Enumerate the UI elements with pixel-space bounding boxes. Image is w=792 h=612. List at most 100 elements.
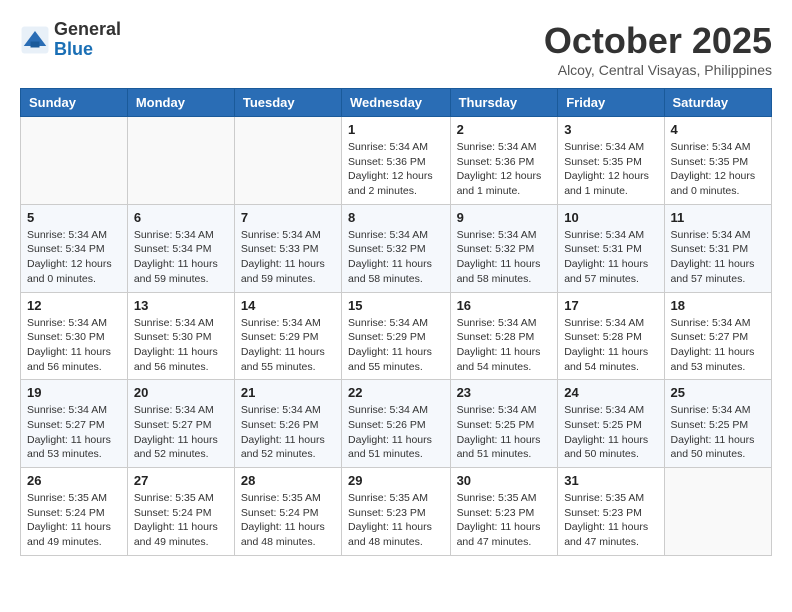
day-number: 6 xyxy=(134,210,228,225)
calendar-cell: 22 Sunrise: 5:34 AM Sunset: 5:26 PM Dayli… xyxy=(342,380,451,468)
day-info: Sunrise: 5:34 AM Sunset: 5:29 PM Dayligh… xyxy=(241,316,335,375)
weekday-header-monday: Monday xyxy=(127,89,234,117)
day-number: 25 xyxy=(671,385,765,400)
day-number: 21 xyxy=(241,385,335,400)
day-info: Sunrise: 5:35 AM Sunset: 5:23 PM Dayligh… xyxy=(564,491,657,550)
day-info: Sunrise: 5:35 AM Sunset: 5:24 PM Dayligh… xyxy=(241,491,335,550)
calendar-cell xyxy=(664,468,771,556)
title-area: October 2025 Alcoy, Central Visayas, Phi… xyxy=(544,20,772,78)
calendar-week-row: 1 Sunrise: 5:34 AM Sunset: 5:36 PM Daylig… xyxy=(21,117,772,205)
calendar-cell: 4 Sunrise: 5:34 AM Sunset: 5:35 PM Daylig… xyxy=(664,117,771,205)
calendar-cell: 28 Sunrise: 5:35 AM Sunset: 5:24 PM Dayli… xyxy=(234,468,341,556)
calendar-cell: 15Sunrise: 5:34 AM Sunset: 5:29 PM Dayli… xyxy=(342,292,451,380)
day-number: 16 xyxy=(457,298,552,313)
day-info: Sunrise: 5:34 AM Sunset: 5:31 PM Dayligh… xyxy=(564,228,657,287)
day-number: 1 xyxy=(348,122,444,137)
calendar-cell: 24 Sunrise: 5:34 AM Sunset: 5:25 PM Dayli… xyxy=(558,380,664,468)
calendar-cell: 14Sunrise: 5:34 AM Sunset: 5:29 PM Dayli… xyxy=(234,292,341,380)
day-info: Sunrise: 5:35 AM Sunset: 5:24 PM Dayligh… xyxy=(134,491,228,550)
calendar-cell: 21 Sunrise: 5:34 AM Sunset: 5:26 PM Dayli… xyxy=(234,380,341,468)
calendar-cell xyxy=(21,117,128,205)
calendar-cell: 11 Sunrise: 5:34 AM Sunset: 5:31 PM Dayli… xyxy=(664,204,771,292)
day-info: Sunrise: 5:34 AM Sunset: 5:25 PM Dayligh… xyxy=(564,403,657,462)
day-info: Sunrise: 5:34 AM Sunset: 5:28 PM Dayligh… xyxy=(564,316,657,375)
calendar-cell: 25 Sunrise: 5:34 AM Sunset: 5:25 PM Dayli… xyxy=(664,380,771,468)
day-number: 31 xyxy=(564,473,657,488)
day-info: Sunrise: 5:35 AM Sunset: 5:23 PM Dayligh… xyxy=(348,491,444,550)
calendar-cell: 12 Sunrise: 5:34 AM Sunset: 5:30 PM Dayli… xyxy=(21,292,128,380)
day-number: 12 xyxy=(27,298,121,313)
day-info: Sunrise: 5:34 AM Sunset: 5:27 PM Dayligh… xyxy=(27,403,121,462)
calendar-cell: 19 Sunrise: 5:34 AM Sunset: 5:27 PM Dayli… xyxy=(21,380,128,468)
calendar-cell: 23 Sunrise: 5:34 AM Sunset: 5:25 PM Dayli… xyxy=(450,380,558,468)
day-info: Sunrise: 5:34 AM Sunset: 5:31 PM Dayligh… xyxy=(671,228,765,287)
calendar-cell: 29 Sunrise: 5:35 AM Sunset: 5:23 PM Dayli… xyxy=(342,468,451,556)
calendar-cell: 6Sunrise: 5:34 AM Sunset: 5:34 PM Daylig… xyxy=(127,204,234,292)
calendar-week-row: 12 Sunrise: 5:34 AM Sunset: 5:30 PM Dayli… xyxy=(21,292,772,380)
calendar-week-row: 5 Sunrise: 5:34 AM Sunset: 5:34 PM Daylig… xyxy=(21,204,772,292)
calendar-cell: 31 Sunrise: 5:35 AM Sunset: 5:23 PM Dayli… xyxy=(558,468,664,556)
calendar-cell: 1 Sunrise: 5:34 AM Sunset: 5:36 PM Daylig… xyxy=(342,117,451,205)
day-number: 9 xyxy=(457,210,552,225)
calendar-cell: 18 Sunrise: 5:34 AM Sunset: 5:27 PM Dayli… xyxy=(664,292,771,380)
calendar-cell: 17 Sunrise: 5:34 AM Sunset: 5:28 PM Dayli… xyxy=(558,292,664,380)
weekday-header-friday: Friday xyxy=(558,89,664,117)
day-info: Sunrise: 5:34 AM Sunset: 5:25 PM Dayligh… xyxy=(671,403,765,462)
day-info: Sunrise: 5:34 AM Sunset: 5:28 PM Dayligh… xyxy=(457,316,552,375)
day-number: 20 xyxy=(134,385,228,400)
day-number: 17 xyxy=(564,298,657,313)
day-number: 28 xyxy=(241,473,335,488)
day-info: Sunrise: 5:34 AM Sunset: 5:32 PM Dayligh… xyxy=(348,228,444,287)
day-info: Sunrise: 5:34 AM Sunset: 5:30 PM Dayligh… xyxy=(134,316,228,375)
day-number: 30 xyxy=(457,473,552,488)
weekday-header-saturday: Saturday xyxy=(664,89,771,117)
weekday-header-sunday: Sunday xyxy=(21,89,128,117)
day-number: 2 xyxy=(457,122,552,137)
logo-text: General Blue xyxy=(54,20,121,60)
logo-icon xyxy=(20,25,50,55)
day-info: Sunrise: 5:34 AM Sunset: 5:35 PM Dayligh… xyxy=(671,140,765,199)
logo-blue: Blue xyxy=(54,40,121,60)
day-number: 3 xyxy=(564,122,657,137)
day-info: Sunrise: 5:34 AM Sunset: 5:30 PM Dayligh… xyxy=(27,316,121,375)
calendar-cell: 5 Sunrise: 5:34 AM Sunset: 5:34 PM Daylig… xyxy=(21,204,128,292)
day-number: 13 xyxy=(134,298,228,313)
location-title: Alcoy, Central Visayas, Philippines xyxy=(544,62,772,78)
day-number: 11 xyxy=(671,210,765,225)
day-number: 19 xyxy=(27,385,121,400)
day-number: 18 xyxy=(671,298,765,313)
day-info: Sunrise: 5:34 AM Sunset: 5:26 PM Dayligh… xyxy=(348,403,444,462)
day-number: 24 xyxy=(564,385,657,400)
day-info: Sunrise: 5:34 AM Sunset: 5:34 PM Dayligh… xyxy=(27,228,121,287)
logo-general: General xyxy=(54,20,121,40)
calendar-cell: 27 Sunrise: 5:35 AM Sunset: 5:24 PM Dayli… xyxy=(127,468,234,556)
day-number: 8 xyxy=(348,210,444,225)
month-title: October 2025 xyxy=(544,20,772,62)
calendar-cell: 20Sunrise: 5:34 AM Sunset: 5:27 PM Dayli… xyxy=(127,380,234,468)
day-number: 29 xyxy=(348,473,444,488)
day-number: 26 xyxy=(27,473,121,488)
day-info: Sunrise: 5:34 AM Sunset: 5:25 PM Dayligh… xyxy=(457,403,552,462)
day-number: 22 xyxy=(348,385,444,400)
day-number: 5 xyxy=(27,210,121,225)
day-info: Sunrise: 5:35 AM Sunset: 5:23 PM Dayligh… xyxy=(457,491,552,550)
calendar-cell xyxy=(127,117,234,205)
day-info: Sunrise: 5:34 AM Sunset: 5:32 PM Dayligh… xyxy=(457,228,552,287)
day-info: Sunrise: 5:34 AM Sunset: 5:36 PM Dayligh… xyxy=(348,140,444,199)
day-info: Sunrise: 5:34 AM Sunset: 5:27 PM Dayligh… xyxy=(671,316,765,375)
logo: General Blue xyxy=(20,20,121,60)
calendar-cell: 2Sunrise: 5:34 AM Sunset: 5:36 PM Daylig… xyxy=(450,117,558,205)
day-number: 23 xyxy=(457,385,552,400)
calendar-cell: 16 Sunrise: 5:34 AM Sunset: 5:28 PM Dayli… xyxy=(450,292,558,380)
day-info: Sunrise: 5:34 AM Sunset: 5:26 PM Dayligh… xyxy=(241,403,335,462)
weekday-header-tuesday: Tuesday xyxy=(234,89,341,117)
day-number: 4 xyxy=(671,122,765,137)
calendar-cell: 30 Sunrise: 5:35 AM Sunset: 5:23 PM Dayli… xyxy=(450,468,558,556)
day-number: 10 xyxy=(564,210,657,225)
calendar-table: SundayMondayTuesdayWednesdayThursdayFrid… xyxy=(20,88,772,556)
weekday-header-thursday: Thursday xyxy=(450,89,558,117)
day-number: 27 xyxy=(134,473,228,488)
day-number: 7 xyxy=(241,210,335,225)
calendar-cell: 3Sunrise: 5:34 AM Sunset: 5:35 PM Daylig… xyxy=(558,117,664,205)
calendar-cell: 10 Sunrise: 5:34 AM Sunset: 5:31 PM Dayli… xyxy=(558,204,664,292)
